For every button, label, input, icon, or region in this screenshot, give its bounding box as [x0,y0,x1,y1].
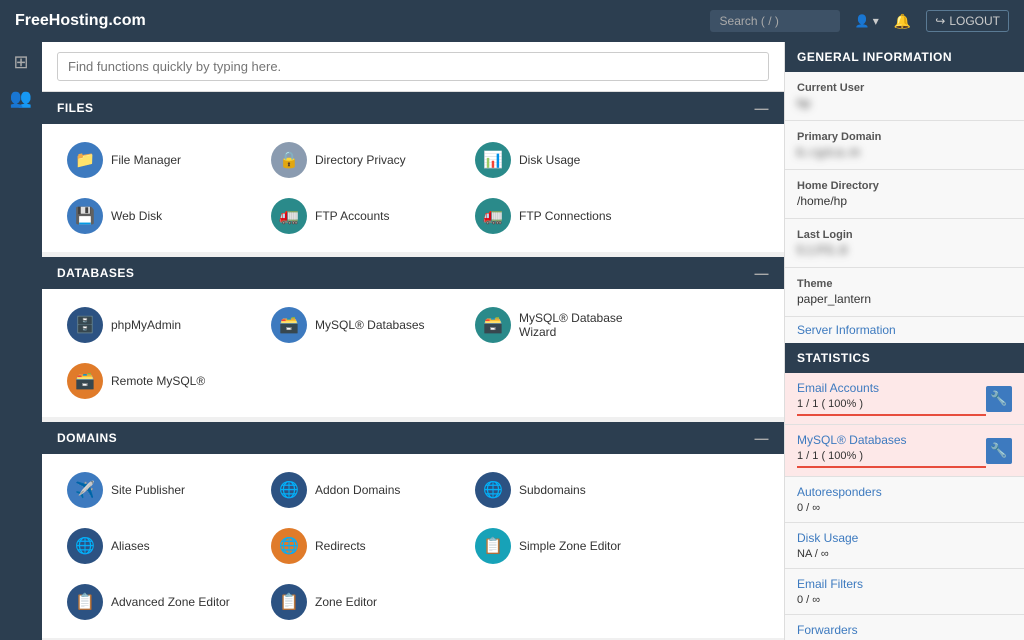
addon-domains-icon: 🌐 [271,472,307,508]
mysql-databases-item[interactable]: 🗃️ MySQL® Databases [261,299,461,351]
home-directory-section: Home Directory /home/hp [785,170,1024,219]
files-section: FILES — 📁 File Manager 🔒 Directory Priva… [42,92,784,252]
redirects-icon: 🌐 [271,528,307,564]
current-user-value: hp [797,96,1012,110]
file-manager-item[interactable]: 📁 File Manager [57,134,257,186]
header-user-icon: 👤 ▾ [855,14,879,28]
site-publisher-icon: ✈️ [67,472,103,508]
web-disk-item[interactable]: 💾 Web Disk [57,190,257,242]
last-login-section: Last Login 5.1.P.5..8 [785,219,1024,268]
site-publisher-item[interactable]: ✈️ Site Publisher [57,464,257,516]
file-manager-icon: 📁 [67,142,103,178]
search-bar-container [42,42,784,92]
advanced-zone-icon: 📋 [67,584,103,620]
ftp-connections-icon: 🚛 [475,198,511,234]
addon-domains-item[interactable]: 🌐 Addon Domains [261,464,461,516]
zone-editor-item[interactable]: 📋 Zone Editor [261,576,461,628]
ftp-connections-item[interactable]: 🚛 FTP Connections [465,190,665,242]
mysql-stat: MySQL® Databases 1 / 1 ( 100% ) 🔧 [785,425,1024,477]
logout-icon: ↪ [935,14,945,28]
autoresponders-stat: Autoresponders 0 / ∞ [785,477,1024,523]
subdomains-icon: 🌐 [475,472,511,508]
advanced-zone-editor-item[interactable]: 📋 Advanced Zone Editor [57,576,257,628]
aliases-icon: 🌐 [67,528,103,564]
simple-zone-editor-item[interactable]: 📋 Simple Zone Editor [465,520,665,572]
phpmyadmin-icon: 🗄️ [67,307,103,343]
mysql-stat-icon[interactable]: 🔧 [986,438,1012,464]
disk-usage-icon: 📊 [475,142,511,178]
databases-section: DATABASES — 🗄️ phpMyAdmin 🗃️ MySQL® Data… [42,257,784,417]
zone-editor-icon: 📋 [271,584,307,620]
current-user-section: Current User hp [785,72,1024,121]
databases-minimize-button[interactable]: — [755,265,770,281]
right-panel: GENERAL INFORMATION Current User hp Prim… [784,42,1024,640]
mysql-databases-icon: 🗃️ [271,307,307,343]
ftp-accounts-item[interactable]: 🚛 FTP Accounts [261,190,461,242]
remote-mysql-item[interactable]: 🗃️ Remote MySQL® [57,355,257,407]
domains-section-header: DOMAINS — [42,422,784,454]
disk-usage-stat: Disk Usage NA / ∞ [785,523,1024,569]
remote-mysql-icon: 🗃️ [67,363,103,399]
home-directory-value: /home/hp [797,194,1012,208]
users-icon[interactable]: 👥 [10,88,32,109]
statistics-header: STATISTICS [785,343,1024,373]
domains-section: DOMAINS — ✈️ Site Publisher 🌐 Addon Doma… [42,422,784,638]
primary-domain-section: Primary Domain b..r.g.k.a..m [785,121,1024,170]
function-search-input[interactable] [57,52,769,81]
redirects-item[interactable]: 🌐 Redirects [261,520,461,572]
logout-button[interactable]: ↪ LOGOUT [926,10,1009,32]
simple-zone-icon: 📋 [475,528,511,564]
subdomains-item[interactable]: 🌐 Subdomains [465,464,665,516]
header-right: 👤 ▾ 🔔 ↪ LOGOUT [710,10,1009,32]
last-login-value: 5.1.P.5..8 [797,243,1012,257]
general-info-header: GENERAL INFORMATION [785,42,1024,72]
directory-privacy-item[interactable]: 🔒 Directory Privacy [261,134,461,186]
ftp-accounts-icon: 🚛 [271,198,307,234]
email-filters-stat: Email Filters 0 / ∞ [785,569,1024,615]
disk-usage-item[interactable]: 📊 Disk Usage [465,134,665,186]
phpmyadmin-item[interactable]: 🗄️ phpMyAdmin [57,299,257,351]
directory-privacy-icon: 🔒 [271,142,307,178]
site-logo: FreeHosting.com [15,12,710,30]
header-search-input[interactable] [710,10,840,32]
mysql-wizard-icon: 🗃️ [475,307,511,343]
primary-domain-value: b..r.g.k.a..m [797,145,1012,159]
files-section-header: FILES — [42,92,784,124]
aliases-item[interactable]: 🌐 Aliases [57,520,257,572]
domains-section-body: ✈️ Site Publisher 🌐 Addon Domains 🌐 Subd… [42,454,784,638]
content-area: FILES — 📁 File Manager 🔒 Directory Priva… [42,42,784,640]
databases-section-body: 🗄️ phpMyAdmin 🗃️ MySQL® Databases 🗃️ MyS… [42,289,784,417]
main-layout: ⊞ 👥 FILES — 📁 File Manager 🔒 Directory P… [0,42,1024,640]
databases-section-header: DATABASES — [42,257,784,289]
email-accounts-stat-icon[interactable]: 🔧 [986,386,1012,412]
files-minimize-button[interactable]: — [755,100,770,116]
domains-minimize-button[interactable]: — [755,430,770,446]
bell-icon[interactable]: 🔔 [894,13,911,30]
header: FreeHosting.com 👤 ▾ 🔔 ↪ LOGOUT [0,0,1024,42]
mysql-wizard-item[interactable]: 🗃️ MySQL® Database Wizard [465,299,665,351]
web-disk-icon: 💾 [67,198,103,234]
server-info-link[interactable]: Server Information [785,317,1024,343]
theme-section: Theme paper_lantern [785,268,1024,317]
theme-value: paper_lantern [797,292,1012,306]
grid-icon[interactable]: ⊞ [13,52,28,73]
email-accounts-stat: Email Accounts 1 / 1 ( 100% ) 🔧 [785,373,1024,425]
forwarders-stat: Forwarders 0 / ∞ [785,615,1024,640]
sidebar: ⊞ 👥 [0,42,42,640]
files-section-body: 📁 File Manager 🔒 Directory Privacy 📊 Dis… [42,124,784,252]
